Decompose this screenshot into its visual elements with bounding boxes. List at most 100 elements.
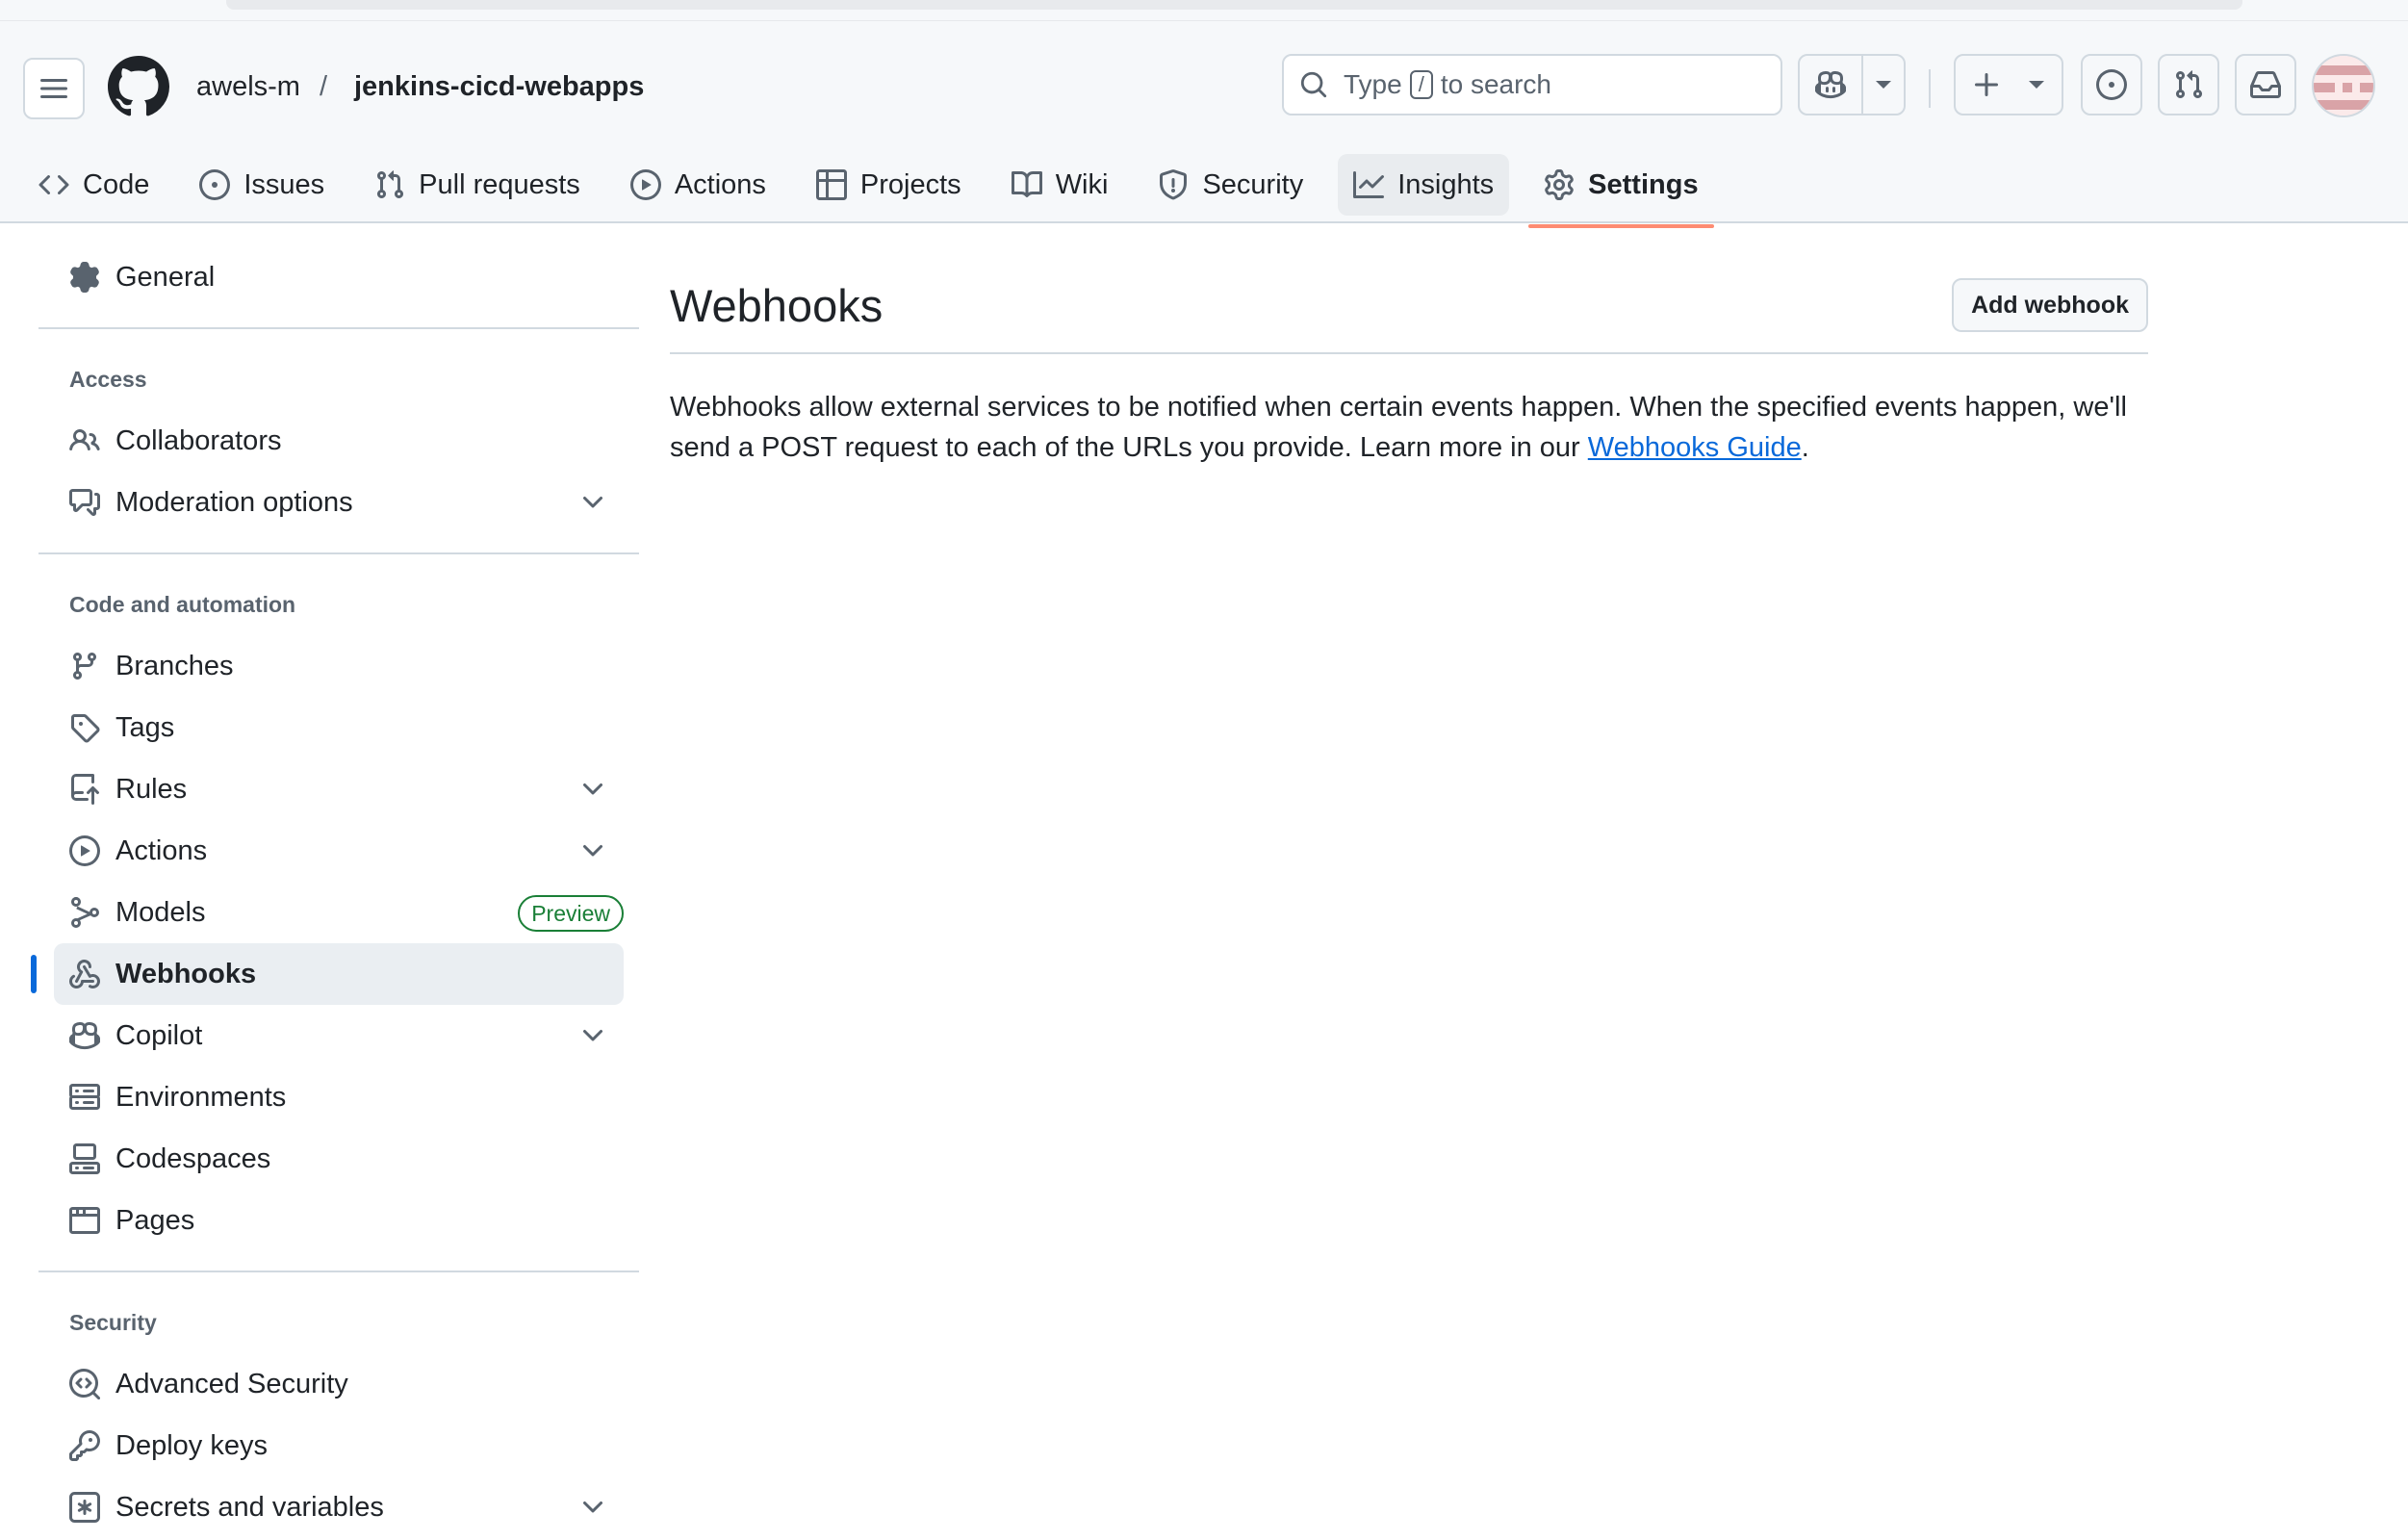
search-icon [1300, 71, 1327, 98]
sidebar-item-label: General [115, 261, 216, 293]
sidebar-item-collaborators[interactable]: Collaborators [38, 410, 639, 472]
sidebar-item-label: Secrets and variables [115, 1491, 384, 1523]
copilot-button-group [1798, 54, 1906, 116]
sidebar-item-moderation[interactable]: Moderation options [38, 472, 639, 533]
plus-dropdown-segment [2017, 56, 2056, 114]
play-icon [629, 169, 661, 200]
server-icon [69, 1084, 100, 1110]
pull-request-icon [2175, 70, 2203, 99]
tab-label: Insights [1397, 168, 1495, 200]
sidebar-item-label: Collaborators [115, 424, 282, 456]
triangle-down-icon [1876, 81, 1891, 89]
sidebar-item-label: Codespaces [115, 1142, 271, 1174]
pull-request-icon [377, 170, 404, 199]
breadcrumb-separator: / [320, 71, 328, 102]
codescan-icon [69, 1369, 100, 1399]
tab-label: Wiki [1055, 168, 1109, 200]
sidebar-item-deploy-keys[interactable]: Deploy keys [38, 1415, 639, 1476]
sidebar-divider [38, 327, 639, 329]
gear-icon [70, 262, 99, 293]
tab-issues[interactable]: Issues [184, 154, 340, 216]
issue-opened-icon [2096, 69, 2127, 100]
sidebar-item-branches[interactable]: Branches [38, 635, 639, 697]
webhooks-guide-link[interactable]: Webhooks Guide [1588, 432, 1802, 463]
shield-icon [1160, 169, 1188, 200]
gear-icon [1545, 169, 1574, 200]
tab-wiki[interactable]: Wiki [996, 154, 1124, 216]
tab-label: Projects [859, 168, 961, 200]
comment-discussion-icon [69, 489, 100, 516]
sidebar-item-tags[interactable]: Tags [38, 697, 639, 758]
sidebar-item-label: Moderation options [115, 486, 353, 518]
chevron-down-icon [583, 1030, 602, 1041]
plus-icon [1975, 73, 1998, 96]
sidebar-item-models[interactable]: Models Preview [38, 882, 639, 943]
sidebar-item-advanced-security[interactable]: Advanced Security [38, 1353, 639, 1415]
sidebar-item-secrets[interactable]: Secrets and variables [38, 1476, 639, 1538]
sidebar-item-label: Pages [115, 1204, 195, 1236]
tab-actions[interactable]: Actions [615, 154, 781, 216]
search-input[interactable]: Type / to search [1282, 54, 1782, 116]
user-avatar[interactable] [2312, 54, 2375, 117]
repo-header: awels-m / jenkins-cicd-webapps Type / to… [0, 21, 2408, 228]
search-suffix: to search [1440, 69, 1551, 99]
sidebar-item-label: Actions [115, 834, 208, 866]
tab-settings[interactable]: Settings [1528, 154, 1714, 228]
sidebar-item-copilot[interactable]: Copilot [38, 1005, 639, 1066]
webhook-icon [69, 959, 100, 988]
book-icon [1011, 170, 1042, 197]
tab-security[interactable]: Security [1142, 154, 1319, 216]
ai-model-icon [70, 897, 99, 928]
sidebar-heading-access: Access [69, 366, 147, 392]
tab-label: Issues [243, 168, 325, 200]
repo-nav-tabs: Code Issues Pull requests Actions Projec… [23, 146, 1733, 228]
tab-insights[interactable]: Insights [1338, 154, 1510, 216]
pull-requests-button[interactable] [2158, 54, 2219, 116]
copilot-button[interactable] [1800, 56, 1861, 114]
graph-icon [1353, 171, 1385, 198]
tab-projects[interactable]: Projects [801, 154, 977, 216]
table-icon [815, 169, 847, 200]
issues-button[interactable] [2081, 54, 2142, 116]
add-webhook-button[interactable]: Add webhook [1952, 278, 2148, 332]
chevron-down-icon [583, 497, 602, 508]
sidebar-divider [38, 1270, 639, 1272]
inbox-icon [2250, 71, 2281, 98]
description-end: . [1801, 432, 1809, 463]
code-icon [38, 174, 69, 195]
sidebar-item-webhooks[interactable]: Webhooks [31, 943, 624, 1005]
chevron-down-icon [583, 845, 602, 857]
header-divider [1929, 69, 1931, 108]
inbox-button[interactable] [2235, 54, 2296, 116]
sidebar-item-label: Branches [115, 650, 234, 681]
page-title: Webhooks [670, 279, 884, 331]
sidebar-item-environments[interactable]: Environments [38, 1066, 639, 1128]
tag-icon [71, 714, 100, 743]
copilot-dropdown-button[interactable] [1861, 56, 1904, 114]
sidebar-item-actions[interactable]: Actions [38, 820, 639, 882]
sidebar-item-label: Copilot [115, 1019, 203, 1051]
tab-pull-requests[interactable]: Pull requests [359, 154, 596, 216]
preview-badge: Preview [518, 895, 624, 932]
sidebar-item-pages[interactable]: Pages [38, 1190, 639, 1251]
git-branch-icon [72, 653, 96, 680]
breadcrumb-repo[interactable]: jenkins-cicd-webapps [354, 67, 644, 106]
sidebar-item-general[interactable]: General [38, 246, 639, 308]
sidebar-item-rules[interactable]: Rules [38, 758, 639, 820]
sidebar-item-codespaces[interactable]: Codespaces [38, 1128, 639, 1190]
tab-label: Settings [1588, 168, 1699, 200]
tab-code[interactable]: Code [23, 154, 165, 216]
create-new-button[interactable] [1954, 54, 2063, 116]
settings-sidebar: General Access Collaborators Moderation … [31, 223, 639, 1538]
browser-top-strip [0, 0, 2408, 21]
sidebar-item-label: Models [115, 896, 206, 928]
page-header: Webhooks Add webhook [670, 270, 2148, 354]
triangle-down-icon [2029, 81, 2044, 89]
avatar-image [2314, 56, 2373, 116]
github-logo-icon[interactable] [108, 56, 169, 117]
menu-button[interactable] [23, 58, 85, 119]
browser-address-bar [226, 0, 2242, 10]
chevron-down-icon [583, 783, 602, 795]
chevron-down-icon [583, 1502, 602, 1513]
breadcrumb-owner[interactable]: awels-m [196, 67, 300, 106]
